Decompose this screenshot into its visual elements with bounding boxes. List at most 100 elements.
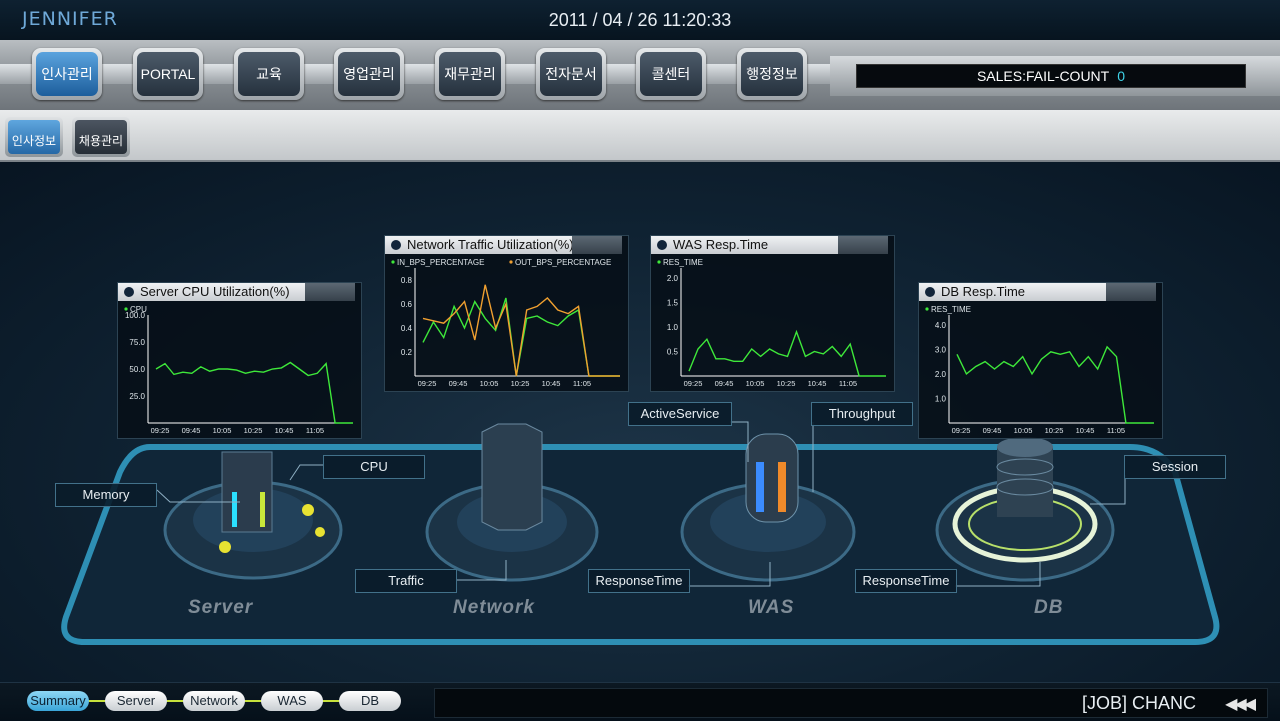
menu-item-education[interactable]: 교육: [234, 48, 304, 100]
chart-plot: CPU25.050.075.0100.009:25 09:45 10:05 10:25…: [124, 305, 353, 435]
x-tick-label: 10:45: [1076, 426, 1095, 435]
top-bar: JENNIFER 2011 / 04 / 26 11:20:33: [0, 0, 1280, 41]
chart-plot: RES_TIME 1.0 2.0 3.0 4.0 09:25 09:45 10:05 10:25…: [925, 305, 1154, 435]
x-tick-label: 09:25: [151, 426, 170, 435]
current-datetime: 2011 / 04 / 26 11:20:33: [548, 10, 732, 30]
menu-item-sales[interactable]: 영업관리: [334, 48, 404, 100]
menu-item-hr[interactable]: 인사관리: [32, 48, 102, 100]
server-led-left-shape: [232, 492, 237, 527]
memory-label[interactable]: Memory: [55, 483, 157, 507]
y-tick-label: 0.4: [401, 324, 413, 333]
db-response-time-label[interactable]: ResponseTime: [855, 569, 957, 593]
menu-item-portal[interactable]: PORTAL: [133, 48, 203, 100]
session-label[interactable]: Session: [1124, 455, 1226, 479]
nav-server[interactable]: Server: [105, 691, 167, 711]
zone-network-label: Network: [453, 597, 535, 618]
fail-count-panel: SALES:FAIL-COUNT 0: [830, 56, 1280, 96]
y-tick-label: 3.0: [935, 345, 947, 354]
fail-count-label: SALES:FAIL-COUNT: [976, 68, 1110, 84]
x-tick-label: 10:25: [511, 379, 530, 388]
was-resp-time-chart[interactable]: WAS Resp.Time RES_TIME 0.5 1.0 1.5 2.0 09:25 0…: [650, 235, 895, 392]
db-resp-time-chart[interactable]: DB Resp.Time RES_TIME 1.0 2.0 3.0 4.0 09:25 09…: [918, 282, 1163, 439]
menu-item-label: 콜센터: [651, 66, 691, 82]
server-light-shape: [219, 541, 231, 553]
y-tick-label: 75.0: [129, 338, 145, 347]
x-tick-label: 10:05: [1014, 426, 1033, 435]
server-led-right-shape: [260, 492, 265, 527]
y-tick-label: 1.0: [935, 394, 947, 403]
menu-item-label: PORTAL: [140, 66, 196, 82]
y-tick-label: 100.0: [125, 311, 146, 320]
y-tick-label: 2.0: [935, 370, 947, 379]
menu-item-label: 인사관리: [41, 66, 93, 82]
active-service-label[interactable]: ActiveService: [628, 402, 732, 426]
x-tick-label: 11:05: [306, 426, 324, 435]
series-line: [688, 329, 886, 377]
y-tick-label: 1.5: [667, 298, 679, 307]
nav-summary[interactable]: Summary: [27, 691, 89, 711]
sub-menu-band: [0, 110, 1280, 162]
legend-dot: [391, 260, 395, 264]
db-stack-top-shape: [997, 437, 1053, 457]
menu-item-label: 교육: [256, 66, 282, 82]
ticker-text: [JOB] CHANC: [1082, 693, 1197, 713]
zone-server-label: Server: [188, 597, 254, 618]
x-tick-label: 10:25: [244, 426, 263, 435]
legend-label: OUT_BPS_PERCENTAGE: [515, 258, 611, 267]
x-tick-label: 10:45: [808, 379, 827, 388]
submenu-item-recruit[interactable]: 채용관리: [72, 117, 130, 157]
x-tick-label: 11:05: [839, 379, 857, 388]
zone-db-label: DB: [1034, 597, 1064, 618]
y-tick-label: 2.0: [667, 274, 679, 283]
x-tick-label: 09:25: [952, 426, 971, 435]
y-tick-label: 0.8: [401, 276, 413, 285]
y-tick-label: 0.6: [401, 300, 413, 309]
server-cpu-chart[interactable]: Server CPU Utilization(%) CPU 25.0 50.0 75.…: [117, 282, 362, 439]
menu-item-edocs[interactable]: 전자문서: [536, 48, 606, 100]
x-tick-label: 09:45: [983, 426, 1002, 435]
submenu-item-label: 인사정보: [11, 134, 57, 148]
menu-item-admin[interactable]: 행정정보: [737, 48, 807, 100]
submenu-item-label: 채용관리: [78, 134, 124, 148]
y-tick-label: 0.2: [401, 348, 413, 357]
menu-item-label: 영업관리: [343, 66, 395, 82]
was-response-time-label[interactable]: ResponseTime: [588, 569, 690, 593]
x-tick-label: 09:25: [418, 379, 437, 388]
menu-item-finance[interactable]: 재무관리: [435, 48, 505, 100]
x-tick-label: 10:05: [746, 379, 765, 388]
server-light-shape: [315, 527, 325, 537]
menu-item-label: 재무관리: [444, 66, 496, 82]
legend-label: RES_TIME: [663, 258, 703, 267]
y-tick-label: 50.0: [129, 365, 145, 374]
x-tick-label: 10:05: [213, 426, 232, 435]
menu-item-label: 행정정보: [746, 66, 798, 82]
series-line: [422, 297, 620, 377]
nav-was[interactable]: WAS: [261, 691, 323, 711]
cpu-label[interactable]: CPU: [323, 455, 425, 479]
chart-plot: IN_BPS_PERCENTAGE OUT_BPS_PERCENTAGE 0.2 0.…: [391, 258, 620, 388]
network-traffic-chart[interactable]: Network Traffic Utilization(%) IN_BPS_PE…: [384, 235, 629, 392]
was-bar-orange-shape: [778, 462, 786, 512]
x-tick-label: 09:25: [684, 379, 703, 388]
submenu-item-hr-info[interactable]: 인사정보: [5, 117, 63, 157]
throughput-label[interactable]: Throughput: [811, 402, 913, 426]
x-tick-label: 09:45: [715, 379, 734, 388]
server-light-shape: [302, 504, 314, 516]
x-tick-label: 10:45: [542, 379, 561, 388]
legend-dot: [925, 307, 929, 311]
x-tick-label: 10:45: [275, 426, 294, 435]
menu-item-label: 전자문서: [545, 66, 597, 82]
series-line: [155, 361, 353, 424]
network-tower-shape: [481, 423, 543, 531]
x-tick-label: 10:05: [480, 379, 499, 388]
rewind-arrows-icon[interactable]: ◀◀◀: [1225, 694, 1256, 714]
chart-plot: RES_TIME 0.5 1.0 1.5 2.0 09:25 09:45 10:05 10:25…: [657, 258, 886, 388]
legend-dot: [657, 260, 661, 264]
x-tick-label: 09:45: [449, 379, 468, 388]
nav-db[interactable]: DB: [339, 691, 401, 711]
x-tick-label: 11:05: [573, 379, 591, 388]
menu-item-callcenter[interactable]: 콜센터: [636, 48, 706, 100]
traffic-label[interactable]: Traffic: [355, 569, 457, 593]
series-line: [422, 284, 620, 377]
nav-network[interactable]: Network: [183, 691, 245, 711]
